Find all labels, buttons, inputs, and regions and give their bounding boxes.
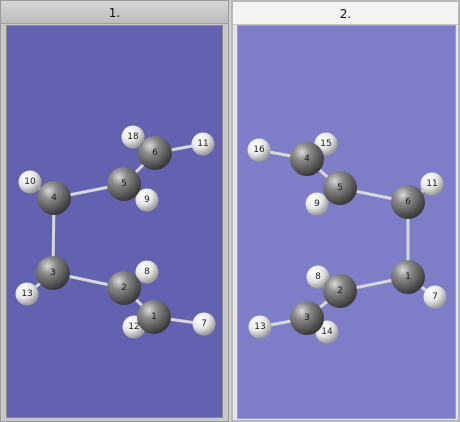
atom-label: 6 (152, 148, 158, 158)
atom-label: 13 (21, 289, 32, 299)
atom-label: 3 (304, 313, 310, 323)
atom-label: 2 (337, 286, 343, 296)
atom-label: 9 (144, 195, 150, 205)
atom-label: 11 (197, 139, 208, 149)
atom-c-1[interactable]: 1 (137, 300, 171, 334)
atom-h-11[interactable]: 11 (420, 172, 444, 196)
atom-label: 5 (121, 179, 127, 189)
atom-c-2[interactable]: 2 (323, 274, 357, 308)
atom-label: 7 (432, 292, 438, 302)
atom-h-13[interactable]: 13 (15, 282, 39, 306)
atom-label: 11 (426, 179, 437, 189)
atom-label: 4 (304, 154, 310, 164)
atom-c-3[interactable]: 3 (36, 256, 70, 290)
atom-label: 5 (337, 183, 343, 193)
atom-label: 6 (405, 197, 411, 207)
atom-c-3[interactable]: 3 (290, 301, 324, 335)
atom-h-7[interactable]: 7 (192, 312, 216, 336)
atom-label: 12 (128, 322, 139, 332)
atom-c-4[interactable]: 4 (37, 181, 71, 215)
atom-c-5[interactable]: 5 (323, 171, 357, 205)
atom-label: 8 (144, 267, 150, 277)
atom-label: 8 (315, 272, 321, 282)
atom-label: 1 (405, 272, 411, 282)
atom-label: 15 (320, 139, 331, 149)
atom-c-1[interactable]: 1 (391, 260, 425, 294)
atom-c-6[interactable]: 6 (138, 136, 172, 170)
atom-label: 2 (121, 283, 127, 293)
atom-label: 7 (201, 319, 207, 329)
atom-label: 9 (314, 199, 320, 209)
atom-label: 3 (50, 268, 56, 278)
atom-label: 4 (51, 193, 57, 203)
atom-h-11[interactable]: 11 (191, 132, 215, 156)
atom-c-6[interactable]: 6 (391, 185, 425, 219)
atom-c-4[interactable]: 4 (290, 142, 324, 176)
atom-h-7[interactable]: 7 (423, 285, 447, 309)
atom-h-16[interactable]: 16 (247, 138, 271, 162)
atom-label: 18 (127, 132, 139, 142)
atom-label: 1 (151, 312, 157, 322)
atom-label: 16 (253, 145, 265, 155)
molecule-canvas[interactable]: 78910111213181234567891113 141516123456 (0, 0, 460, 422)
atom-label: 13 (254, 322, 265, 332)
atom-h-10[interactable]: 10 (18, 170, 42, 194)
atom-label: 10 (24, 177, 36, 187)
atom-h-13[interactable]: 13 (248, 315, 272, 339)
atom-label: 14 (321, 327, 333, 337)
atom-c-2[interactable]: 2 (107, 271, 141, 305)
atom-c-5[interactable]: 5 (107, 167, 141, 201)
